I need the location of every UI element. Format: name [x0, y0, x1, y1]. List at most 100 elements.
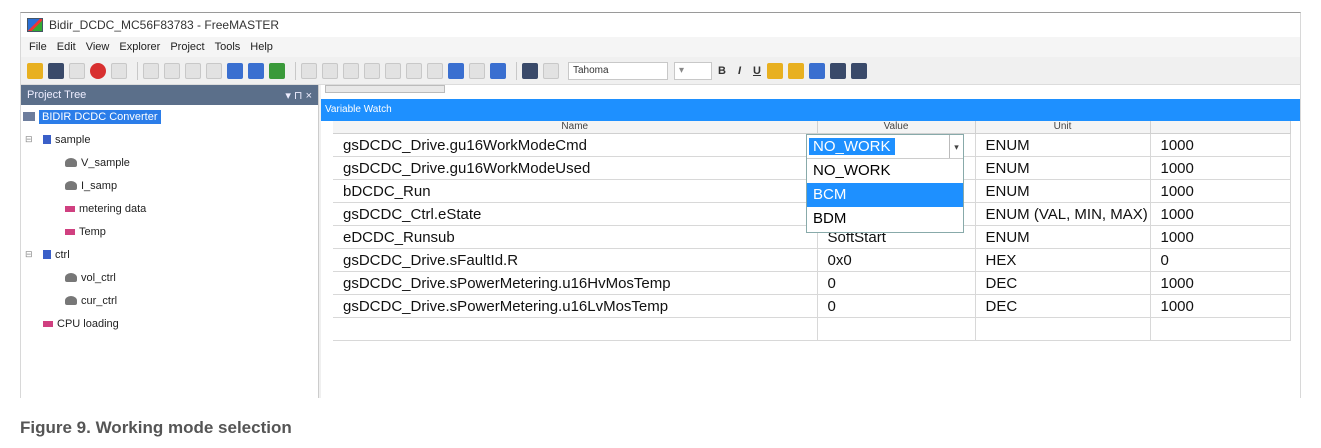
refresh-icon[interactable]: [322, 62, 338, 79]
text-color-icon[interactable]: [766, 62, 783, 79]
variable-unit: ENUM: [975, 179, 1151, 203]
variable-name: gsDCDC_Drive.gu16WorkModeCmd: [333, 133, 818, 157]
figure-caption: Figure 9. Working mode selection: [20, 418, 292, 437]
tree-item-ctrl[interactable]: ⊟ ctrl: [21, 243, 318, 266]
open-icon[interactable]: [27, 62, 43, 79]
align-center-icon[interactable]: [829, 62, 846, 79]
table-row[interactable]: gsDCDC_Drive.sPowerMetering.u16LvMosTemp…: [333, 294, 1291, 318]
down-arrow-icon[interactable]: [490, 62, 506, 79]
variable-name: gsDCDC_Drive.gu16WorkModeUsed: [333, 156, 818, 180]
menu-edit[interactable]: Edit: [57, 41, 76, 53]
zoom-reset-icon[interactable]: [406, 62, 422, 79]
cursor-icon[interactable]: [427, 62, 443, 79]
tree-item-label: metering data: [79, 202, 147, 215]
variable-period: 1000: [1150, 156, 1291, 180]
variable-unit: DEC: [975, 271, 1151, 295]
font-name-select[interactable]: Tahoma: [568, 61, 668, 80]
up-arrow-icon[interactable]: [469, 62, 485, 79]
italic-button[interactable]: I: [738, 65, 741, 77]
table-row[interactable]: gsDCDC_Drive.sFaultId.R 0x0 HEX 0: [333, 248, 1291, 272]
title-bar: Bidir_DCDC_MC56F83783 - FreeMASTER: [21, 13, 1300, 37]
recorder-icon: [65, 205, 75, 212]
variable-value[interactable]: 0: [817, 271, 976, 295]
align-right-icon[interactable]: [850, 62, 867, 79]
app-window: Bidir_DCDC_MC56F83783 - FreeMASTER File …: [20, 12, 1301, 398]
menu-help[interactable]: Help: [250, 41, 273, 53]
highlight-color-icon[interactable]: [787, 62, 804, 79]
font-size-select[interactable]: ▾: [674, 61, 712, 80]
dropdown-selected-text: NO_WORK: [809, 138, 895, 155]
menu-project[interactable]: Project: [170, 41, 204, 53]
home-icon[interactable]: [269, 62, 285, 79]
stop-page-icon[interactable]: [301, 62, 317, 79]
collapse-icon[interactable]: ⊟: [25, 134, 33, 145]
variable-unit: ENUM: [975, 133, 1151, 157]
panel-window-controls[interactable]: ▾ ⊓ ×: [285, 89, 312, 102]
print-icon[interactable]: [143, 62, 159, 79]
project-tree-header: Project Tree ▾ ⊓ ×: [21, 85, 318, 105]
zoom-fit-icon[interactable]: [385, 62, 401, 79]
cut-icon[interactable]: [164, 62, 180, 79]
align-left-icon[interactable]: [808, 62, 825, 79]
variable-value[interactable]: 0x0: [817, 248, 976, 272]
copy-icon[interactable]: [185, 62, 201, 79]
column-header-unit[interactable]: Unit: [975, 121, 1151, 134]
forward-arrow-icon[interactable]: [248, 62, 264, 79]
oscilloscope-icon: [65, 273, 77, 282]
back-arrow-icon[interactable]: [227, 62, 243, 79]
tree-item-label: cur_ctrl: [81, 294, 118, 307]
project-icon: [23, 112, 35, 121]
variable-value[interactable]: 0: [817, 294, 976, 318]
tree-item-metering-data[interactable]: metering data: [21, 197, 318, 220]
tree-item-label: I_samp: [81, 179, 118, 192]
menu-view[interactable]: View: [86, 41, 110, 53]
variable-unit: ENUM: [975, 225, 1151, 249]
tree-root-label: BIDIR DCDC Converter: [39, 109, 161, 124]
tree-item-temp[interactable]: Temp: [21, 220, 318, 243]
view-tab[interactable]: [325, 85, 445, 93]
tree-root[interactable]: BIDIR DCDC Converter: [21, 105, 318, 128]
dropdown-option-no-work[interactable]: NO_WORK: [807, 159, 963, 183]
tree-item-cur-ctrl[interactable]: cur_ctrl: [21, 289, 318, 312]
tree-item-vol-ctrl[interactable]: vol_ctrl: [21, 266, 318, 289]
variable-name: gsDCDC_Drive.sPowerMetering.u16HvMosTemp: [333, 271, 818, 295]
dropdown-arrow-icon[interactable]: ▾: [949, 135, 963, 158]
column-header-period[interactable]: [1150, 121, 1291, 134]
menu-tools[interactable]: Tools: [215, 41, 241, 53]
record-icon[interactable]: [69, 62, 85, 79]
columns-icon[interactable]: [448, 62, 464, 79]
tree-item-sample[interactable]: ⊟ sample: [21, 128, 318, 151]
options-icon[interactable]: [522, 62, 538, 79]
bold-button[interactable]: B: [718, 65, 726, 77]
column-header-name[interactable]: Name: [333, 121, 818, 134]
zoom-out-icon[interactable]: [364, 62, 380, 79]
oscilloscope-icon: [65, 158, 77, 167]
save-icon[interactable]: [48, 62, 64, 79]
zoom-in-icon[interactable]: [343, 62, 359, 79]
variable-period: 1000: [1150, 179, 1291, 203]
variable-unit: DEC: [975, 294, 1151, 318]
stop-icon[interactable]: [90, 62, 106, 79]
paste-icon[interactable]: [206, 62, 222, 79]
dropdown-current-value[interactable]: NO_WORK ▾: [807, 135, 963, 159]
tree-item-label: V_sample: [81, 156, 130, 169]
dropdown-option-bcm[interactable]: BCM: [807, 183, 963, 207]
variable-name: gsDCDC_Ctrl.eState: [333, 202, 818, 226]
help-icon[interactable]: [543, 62, 559, 79]
tree-item-label: ctrl: [55, 248, 70, 261]
menu-explorer[interactable]: Explorer: [119, 41, 160, 53]
project-tree-panel: Project Tree ▾ ⊓ × BIDIR DCDC Converter …: [21, 85, 319, 398]
tree-item-cpu-loading[interactable]: CPU loading: [21, 312, 318, 335]
dropdown-option-bdm[interactable]: BDM: [807, 207, 963, 231]
underline-button[interactable]: U: [753, 65, 761, 77]
tree-item-i-samp[interactable]: I_samp: [21, 174, 318, 197]
collapse-icon[interactable]: ⊟: [25, 249, 33, 260]
variable-watch-header: Variable Watch: [321, 99, 1300, 121]
project-tree-title: Project Tree: [27, 89, 87, 101]
table-row[interactable]: gsDCDC_Drive.sPowerMetering.u16HvMosTemp…: [333, 271, 1291, 295]
tree-item-v-sample[interactable]: V_sample: [21, 151, 318, 174]
menu-file[interactable]: File: [29, 41, 47, 53]
column-header-value[interactable]: Value: [817, 121, 976, 134]
work-mode-dropdown[interactable]: NO_WORK ▾ NO_WORK BCM BDM: [806, 134, 964, 233]
disconnect-icon[interactable]: [111, 62, 127, 79]
